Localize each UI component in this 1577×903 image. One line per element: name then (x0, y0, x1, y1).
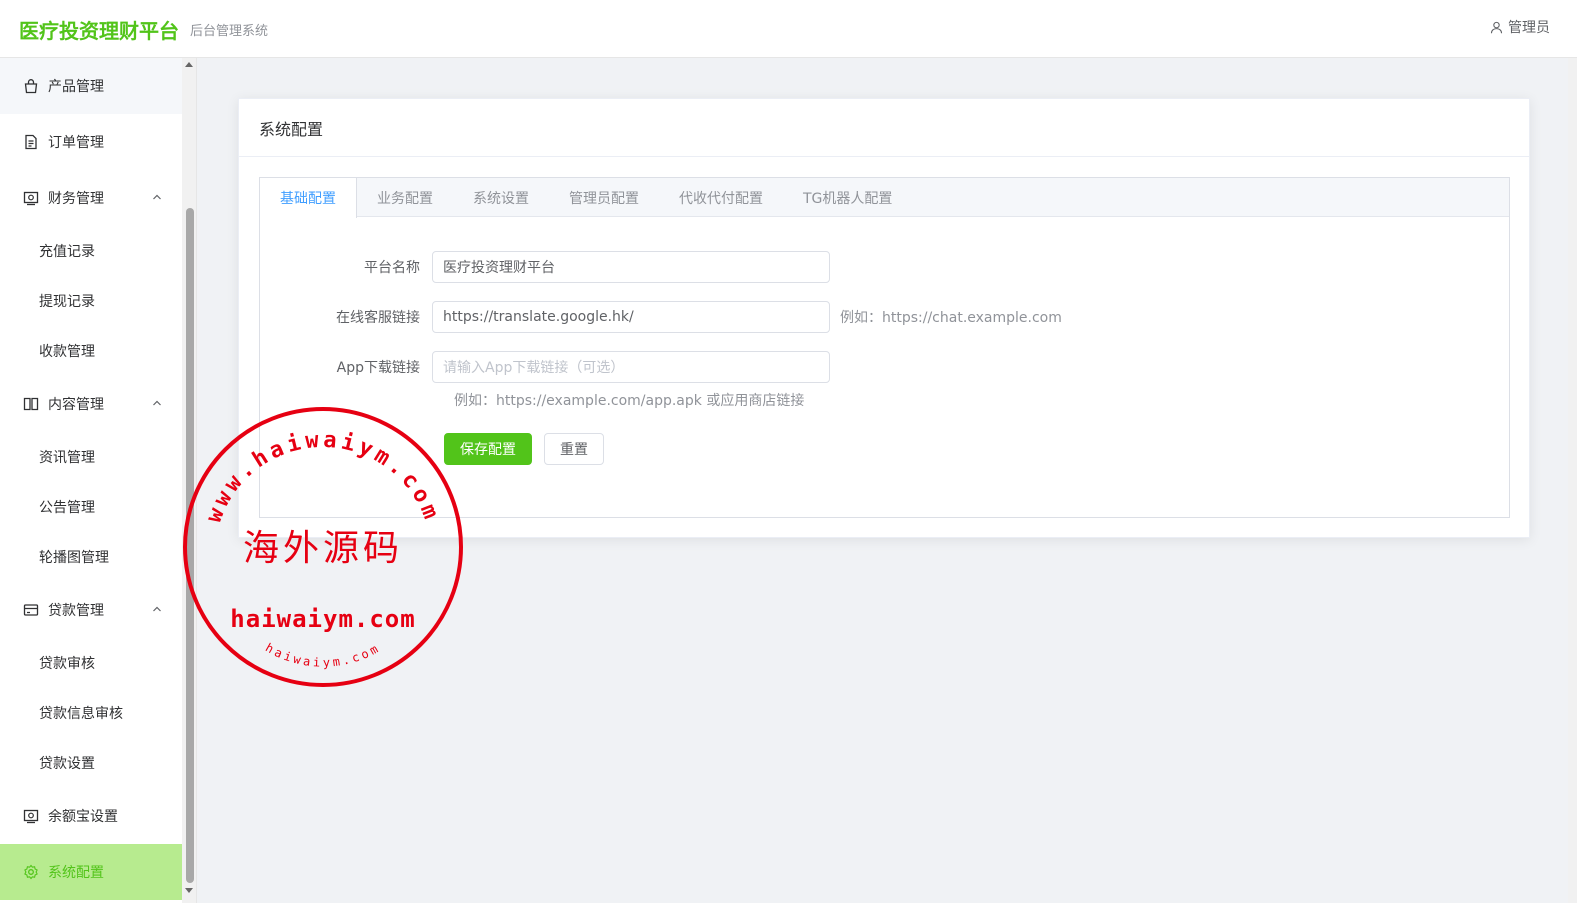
sidebar-item-label: 贷款管理 (48, 603, 104, 619)
gear-icon (22, 863, 40, 881)
sidebar-item-label: 产品管理 (48, 79, 104, 95)
user-name: 管理员 (1508, 20, 1550, 36)
tab-business-config[interactable]: 业务配置 (357, 178, 453, 217)
sidebar-subitem-notice[interactable]: 公告管理 (0, 482, 182, 532)
user-menu[interactable]: 管理员 (1490, 17, 1550, 37)
sidebar: 产品管理 订单管理 财务管理 充值记录 提现记录 收款管理 内容管理 资讯管理 … (0, 58, 197, 903)
sidebar-subitem-news[interactable]: 资讯管理 (0, 432, 182, 482)
sidebar-item-label: 订单管理 (48, 135, 104, 151)
chevron-up-icon (153, 606, 161, 612)
tab-admin-config[interactable]: 管理员配置 (549, 178, 659, 217)
sidebar-item-orders[interactable]: 订单管理 (0, 114, 182, 170)
card-title: 系统配置 (239, 99, 1529, 157)
tab-basic-config[interactable]: 基础配置 (260, 178, 357, 218)
app-subtitle: 后台管理系统 (190, 24, 269, 39)
sidebar-menu: 产品管理 订单管理 财务管理 充值记录 提现记录 收款管理 内容管理 资讯管理 … (0, 58, 182, 900)
sidebar-item-label: 系统配置 (48, 865, 104, 881)
sidebar-subitem-recharge[interactable]: 充值记录 (0, 226, 182, 276)
sidebar-item-finance[interactable]: 财务管理 (0, 170, 182, 226)
watermark-domain-text: haiwaiym.com (230, 605, 415, 633)
app-link-label: App下载链接 (336, 360, 420, 376)
sidebar-item-products[interactable]: 产品管理 (0, 58, 182, 114)
app-link-input[interactable]: 请输入App下载链接（可选） (432, 351, 830, 383)
platform-name-label: 平台名称 (364, 260, 420, 276)
sidebar-item-label: 余额宝设置 (48, 809, 118, 825)
app-link-hint: 例如：https://example.com/app.apk 或应用商店链接 (454, 393, 805, 409)
platform-name-input[interactable]: 医疗投资理财平台 (432, 251, 830, 283)
document-icon (22, 133, 40, 151)
watermark-arc-text: www.haiwaiym.com (202, 428, 445, 526)
scroll-down-arrow-icon[interactable] (185, 888, 193, 893)
wallet-icon (22, 189, 40, 207)
user-icon (1490, 21, 1503, 33)
form-row-service-link: 在线客服链接 https://translate.google.hk/ 例如：h… (260, 301, 1062, 333)
sidebar-subitem-payment[interactable]: 收款管理 (0, 326, 182, 376)
top-header: 医疗投资理财平台 后台管理系统 管理员 (0, 0, 1577, 58)
sidebar-item-loans[interactable]: 贷款管理 (0, 582, 182, 638)
page-scrollbar[interactable] (1568, 58, 1577, 903)
chevron-up-icon (153, 400, 161, 406)
sidebar-item-content[interactable]: 内容管理 (0, 376, 182, 432)
form-row-app-link: App下载链接 请输入App下载链接（可选） (260, 351, 830, 383)
bag-icon (22, 77, 40, 95)
form-actions: 保存配置 重置 (444, 433, 604, 465)
wallet-icon (22, 807, 40, 825)
watermark-small-arc-text: haiwaiym.com (263, 640, 383, 669)
tab-payment-config[interactable]: 代收代付配置 (659, 178, 783, 217)
sidebar-item-label: 财务管理 (48, 191, 104, 207)
sidebar-subitem-loan-settings[interactable]: 贷款设置 (0, 738, 182, 788)
sidebar-subitem-loan-review[interactable]: 贷款审核 (0, 638, 182, 688)
book-icon (22, 395, 40, 413)
service-link-input[interactable]: https://translate.google.hk/ (432, 301, 830, 333)
sidebar-subitem-withdraw[interactable]: 提现记录 (0, 276, 182, 326)
form-row-platform-name: 平台名称 医疗投资理财平台 (260, 251, 830, 283)
sidebar-subitem-banner[interactable]: 轮播图管理 (0, 532, 182, 582)
tabs-nav: 基础配置 业务配置 系统设置 管理员配置 代收代付配置 TG机器人配置 (260, 178, 1509, 218)
card-icon (22, 601, 40, 619)
sidebar-item-yuebao[interactable]: 余额宝设置 (0, 788, 182, 844)
watermark-stamp: www.haiwaiym.com 海外源码 haiwaiym.com haiwa… (183, 407, 463, 687)
reset-button[interactable]: 重置 (544, 433, 604, 465)
tab-system-settings[interactable]: 系统设置 (453, 178, 549, 217)
app-logo[interactable]: 医疗投资理财平台 (19, 15, 179, 44)
service-link-label: 在线客服链接 (336, 310, 420, 326)
scroll-up-arrow-icon[interactable] (185, 62, 193, 67)
service-link-hint: 例如：https://chat.example.com (840, 310, 1062, 326)
sidebar-item-label: 内容管理 (48, 397, 104, 413)
sidebar-subitem-loan-info-review[interactable]: 贷款信息审核 (0, 688, 182, 738)
sidebar-item-system-config[interactable]: 系统配置 (0, 844, 182, 900)
tab-tg-bot-config[interactable]: TG机器人配置 (783, 178, 912, 217)
chevron-up-icon (153, 194, 161, 200)
watermark-center-text: 海外源码 (243, 528, 403, 569)
